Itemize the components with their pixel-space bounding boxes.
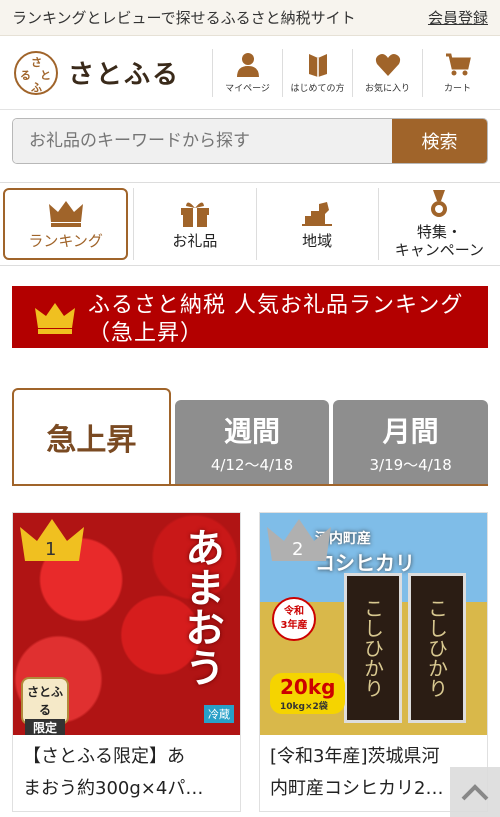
tab-label: 週間 — [224, 414, 281, 448]
category-label: 地域 — [302, 232, 333, 250]
category-label: ランキング — [28, 232, 103, 250]
rank-number: 1 — [45, 539, 57, 560]
nav-label: マイページ — [225, 83, 270, 94]
category-label-line2: キャンペーン — [394, 241, 484, 259]
ranking-tabs: 急上昇 週間 4/12〜4/18 月間 3/19〜4/18 — [12, 388, 489, 484]
logo[interactable]: さ と ふ る さとふる — [14, 50, 209, 95]
search-input[interactable] — [13, 119, 392, 163]
site-tagline: ランキングとレビューで探せるふるさと納税サイト — [12, 9, 356, 27]
tab-weekly[interactable]: 週間 4/12〜4/18 — [174, 400, 330, 484]
nav-mypage[interactable]: マイページ — [212, 48, 282, 97]
nav-label: カート — [443, 83, 471, 94]
logo-mark-char: ふ — [31, 80, 42, 94]
medal-icon — [431, 190, 448, 217]
item-title[interactable]: 【さとふる限定】あ まおう約300g×4パ… — [13, 735, 240, 805]
map-icon — [302, 202, 333, 226]
category-ranking[interactable]: ランキング — [3, 188, 129, 260]
top-bar: ランキングとレビューで探せるふるさと納税サイト 会員登録 — [0, 0, 500, 36]
tab-label: 月間 — [382, 414, 439, 448]
nav-label: はじめての方 — [290, 83, 345, 94]
book-icon — [308, 53, 327, 77]
header-nav: マイページ はじめての方 お気に入り カート — [209, 48, 492, 97]
rice-bag: こしひかり — [408, 573, 466, 723]
tab-rising[interactable]: 急上昇 — [12, 388, 171, 484]
tab-range: 4/12〜4/18 — [210, 455, 294, 474]
search-button[interactable]: 検索 — [392, 119, 487, 163]
item-title-line1: 【さとふる限定】あ — [23, 746, 185, 767]
category-region[interactable]: 地域 — [255, 188, 378, 260]
nav-cart[interactable]: カート — [422, 48, 492, 97]
weight-label: 20kg 10kg×2袋 — [270, 673, 346, 714]
weight-value: 20kg — [280, 675, 336, 699]
item-title-line1: [令和3年産]茨城県河 — [270, 746, 440, 767]
gift-icon — [180, 202, 209, 227]
scroll-to-top-button[interactable] — [450, 767, 500, 817]
register-link[interactable]: 会員登録 — [428, 7, 488, 28]
logo-mark-icon: さ と ふ る — [14, 50, 58, 95]
rank-badge: 1 — [17, 513, 87, 569]
rank-badge: 2 — [264, 513, 334, 569]
logo-text: さとふる — [68, 60, 181, 90]
year-tag-line1: 令和 — [284, 606, 304, 617]
tab-label: 急上昇 — [46, 423, 137, 458]
ranking-list: あまおう さとふる 限定 冷蔵 1 【さとふる限定】あ まおう約300g×4パ…… — [12, 512, 488, 812]
header: さ と ふ る さとふる マイページ はじめての方 お気に入り カート — [0, 36, 500, 110]
cold-label: 冷蔵 — [204, 705, 234, 723]
item-title-line2: 内町産コシヒカリ2… — [270, 778, 444, 799]
year-tag: 令和 3年産 — [272, 597, 316, 641]
badge-line1: さとふる — [26, 685, 63, 717]
chevron-up-icon — [461, 784, 489, 801]
category-label: お礼品 — [172, 232, 218, 250]
item-title-line2: まおう約300g×4パ… — [23, 778, 204, 799]
tab-monthly[interactable]: 月間 3/19〜4/18 — [333, 400, 489, 484]
ranking-banner: ふるさと納税 人気お礼品ランキング（急上昇） — [12, 286, 488, 348]
tab-range: 3/19〜4/18 — [369, 455, 452, 474]
category-gifts[interactable]: お礼品 — [133, 188, 255, 260]
category-campaign[interactable]: 特集・ キャンペーン — [377, 188, 500, 260]
nav-label: お気に入り — [364, 83, 410, 94]
category-nav: ランキング お礼品 地域 特集・ キャンペーン — [0, 182, 500, 266]
heart-icon — [375, 53, 400, 76]
rank-number: 2 — [292, 539, 304, 560]
rice-bag: こしひかり — [344, 573, 402, 723]
tab-divider — [12, 484, 488, 486]
search-bar: 検索 — [12, 118, 488, 164]
badge-line2: 限定 — [25, 719, 65, 735]
image-caption: あまおう — [178, 527, 224, 687]
cart-icon — [445, 53, 471, 75]
nav-beginners[interactable]: はじめての方 — [282, 48, 352, 97]
banner-title: ふるさと納税 人気お礼品ランキング（急上昇） — [88, 293, 464, 346]
weight-sub: 10kg×2袋 — [280, 702, 328, 712]
limited-badge: さとふる 限定 — [21, 677, 69, 735]
crown-icon — [48, 201, 83, 227]
crown-icon — [35, 303, 75, 334]
category-label-line1: 特集・ — [416, 223, 462, 241]
nav-favorites[interactable]: お気に入り — [352, 48, 422, 97]
year-tag-line2: 3年産 — [280, 620, 308, 631]
person-icon — [236, 52, 259, 77]
logo-mark-char: る — [20, 68, 31, 82]
ranking-item[interactable]: あまおう さとふる 限定 冷蔵 1 【さとふる限定】あ まおう約300g×4パ… — [12, 512, 241, 812]
